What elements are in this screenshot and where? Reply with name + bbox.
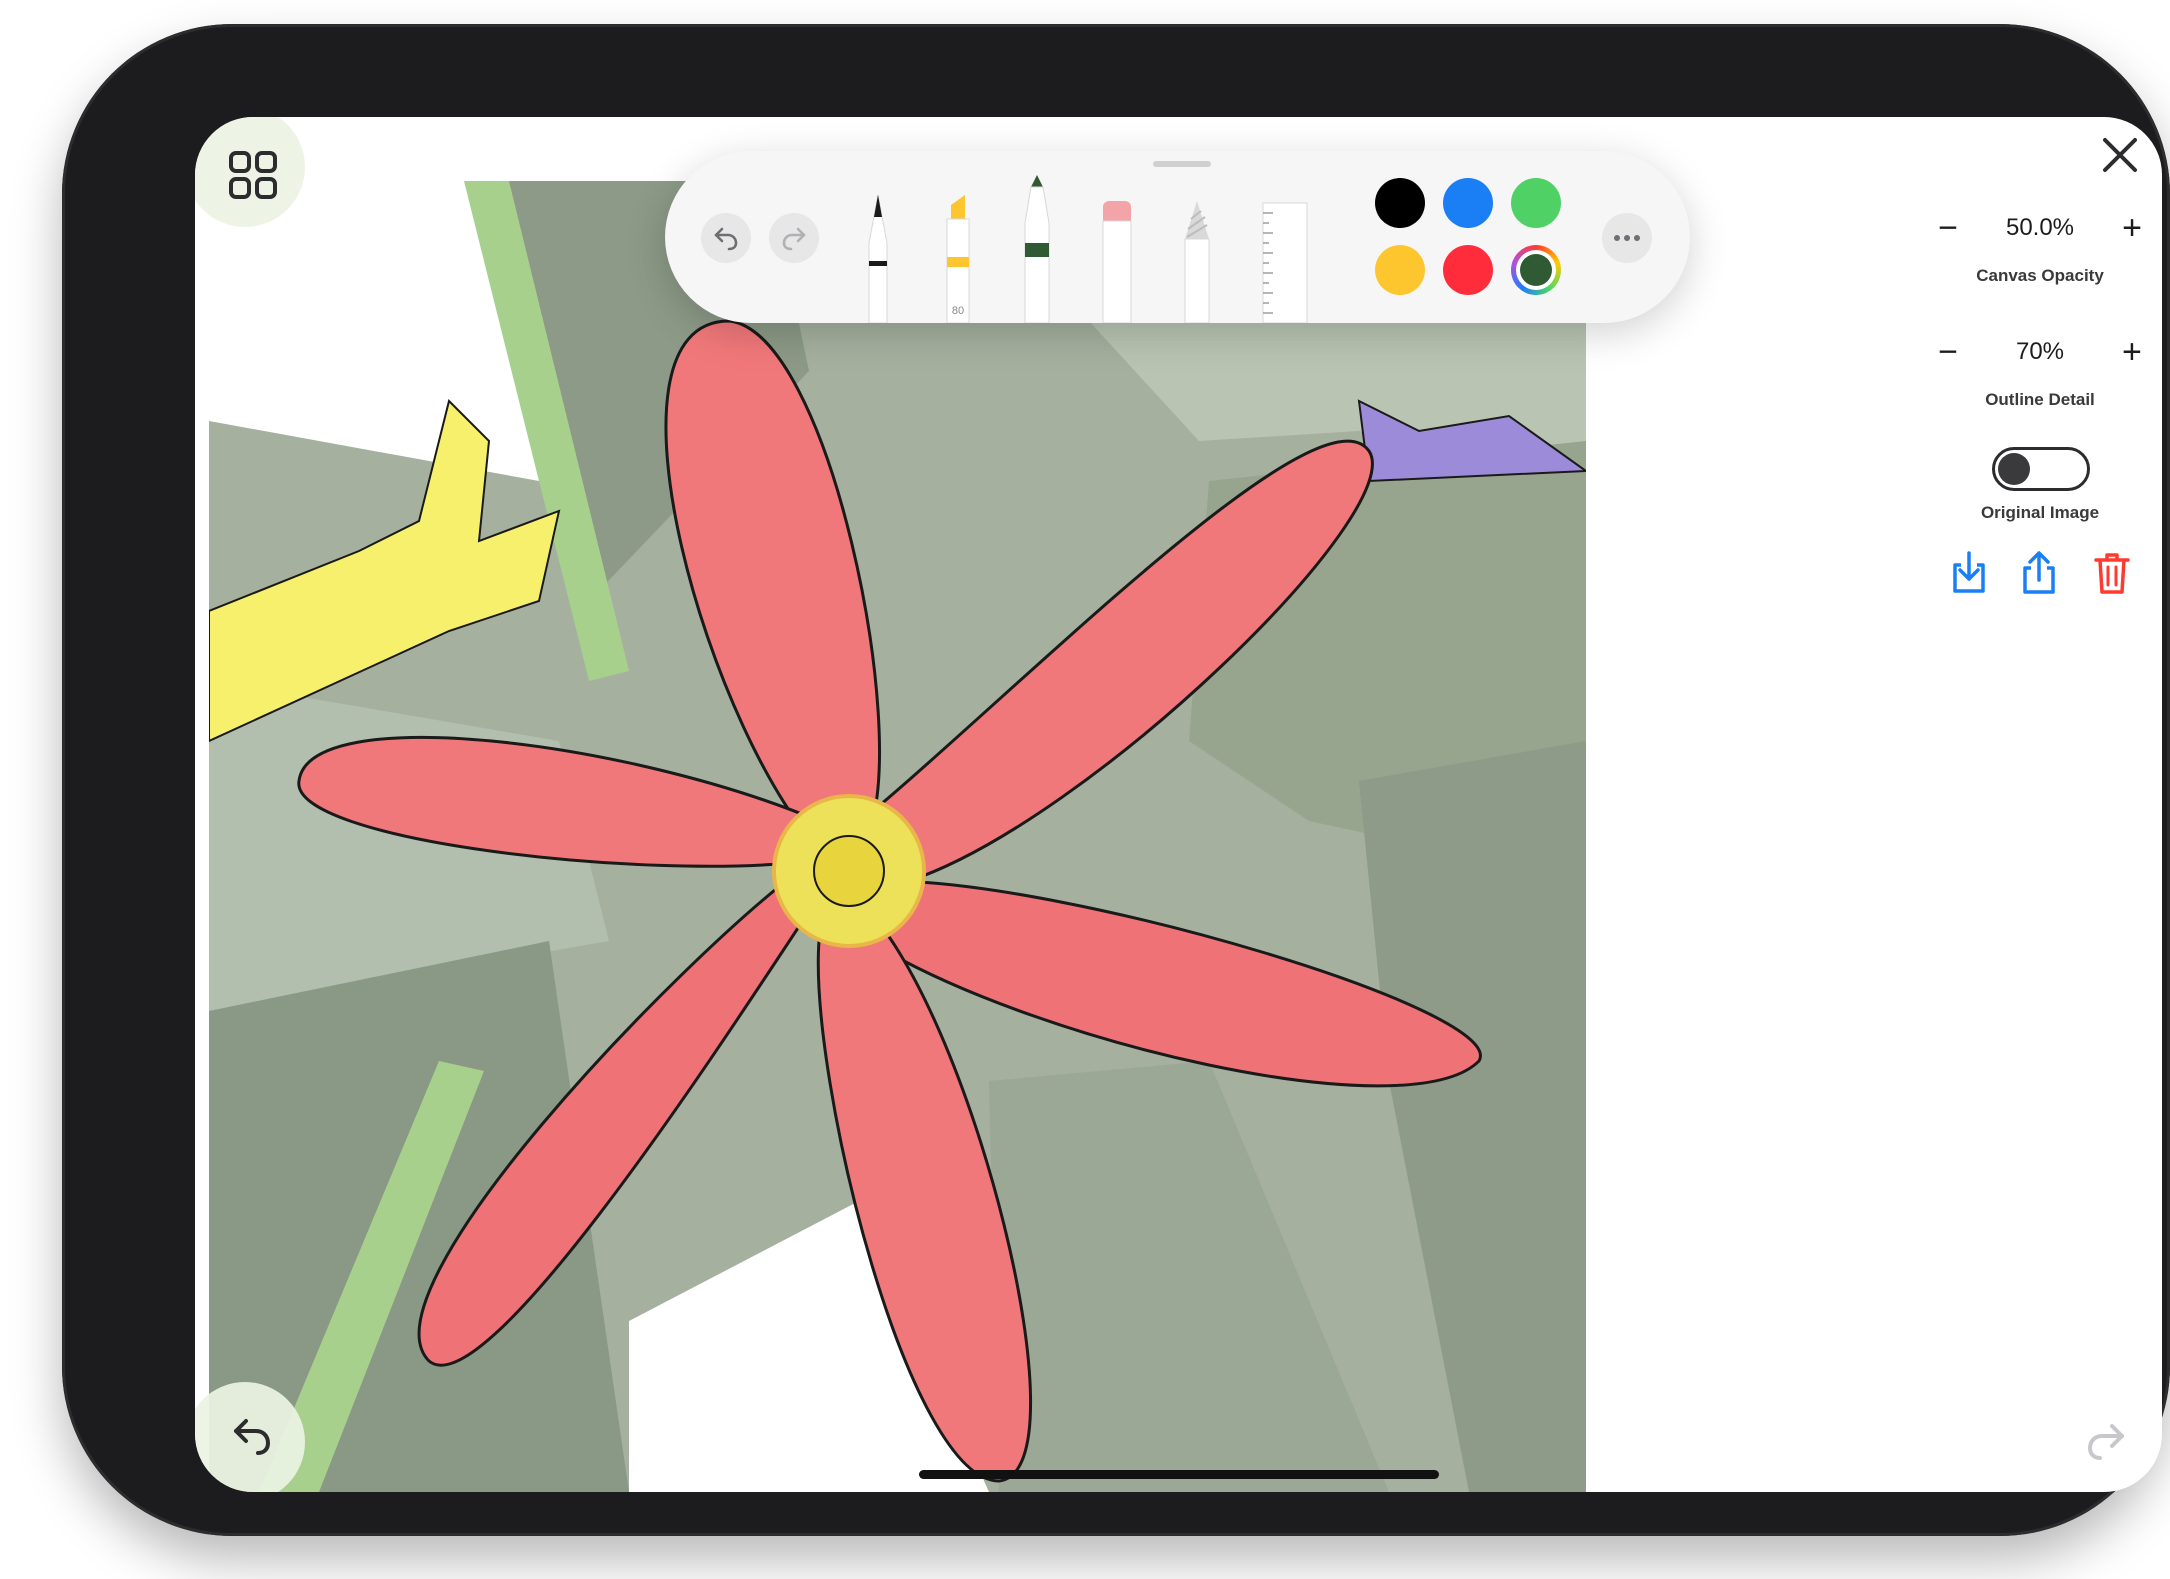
highlighter-tool[interactable]: 80 [941, 191, 975, 324]
marker-tool-selected[interactable] [1019, 173, 1055, 324]
art-flower-stamen [813, 835, 885, 907]
coloring-canvas[interactable] [209, 181, 1586, 1492]
opacity-increase-button[interactable]: + [2109, 205, 2155, 251]
redo-button[interactable] [2076, 1410, 2136, 1470]
toggle-knob [1998, 453, 2030, 485]
more-options-button[interactable] [1602, 213, 1652, 263]
palette-grabber[interactable] [1153, 161, 1211, 167]
palette-undo-button[interactable] [701, 213, 751, 263]
pen-tool[interactable] [861, 193, 895, 324]
ruler-icon [1262, 202, 1308, 324]
artwork-drawing [209, 181, 1586, 1492]
color-swatch-red[interactable] [1443, 245, 1493, 295]
canvas-settings-panel: − 50.0% + Canvas Opacity − 70% + Outline… [1925, 117, 2155, 717]
redo-arrow-icon [782, 227, 806, 251]
share-button[interactable] [2015, 547, 2063, 599]
delete-button[interactable] [2088, 547, 2136, 599]
highlighter-width-label: 80 [951, 305, 965, 317]
ellipsis-icon [1614, 235, 1640, 241]
outline-increase-button[interactable]: + [2109, 329, 2155, 375]
original-image-label: Original Image [1980, 503, 2100, 522]
palette-redo-button[interactable] [769, 213, 819, 263]
color-swatch-yellow[interactable] [1375, 245, 1425, 295]
color-swatch-blue[interactable] [1443, 178, 1493, 228]
color-swatch-black[interactable] [1375, 178, 1425, 228]
pencil-tool[interactable] [1179, 199, 1215, 324]
ruler-tool[interactable] [1259, 201, 1311, 324]
outline-value: 70% [2015, 338, 2065, 365]
eraser-tool[interactable] [1099, 199, 1135, 324]
outline-decrease-button[interactable]: − [1925, 329, 1971, 375]
color-swatch-green[interactable] [1511, 178, 1561, 228]
tool-palette: 80 [665, 151, 1690, 324]
pen-icon [868, 194, 888, 324]
download-button[interactable] [1945, 547, 1993, 599]
outline-detail-stepper: − 70% + [1925, 327, 2155, 377]
download-icon [1953, 551, 1985, 593]
pencil-icon [1184, 201, 1210, 324]
tablet-frame: 80 − 50.0% + Canvas Opacity − 70% + Outl… [62, 24, 2170, 1536]
redo-arrow-icon [2087, 1424, 2124, 1460]
share-icon [2023, 551, 2055, 594]
undo-arrow-icon [714, 227, 738, 251]
opacity-decrease-button[interactable]: − [1925, 205, 1971, 251]
marker-icon [1024, 175, 1050, 324]
canvas-opacity-stepper: − 50.0% + [1925, 203, 2155, 253]
outline-detail-label: Outline Detail [1985, 390, 2095, 409]
eraser-icon [1102, 201, 1132, 324]
highlighter-icon [946, 195, 970, 324]
undo-arrow-icon [234, 1419, 271, 1455]
opacity-value: 50.0% [2005, 214, 2075, 241]
canvas-opacity-label: Canvas Opacity [1976, 266, 2104, 285]
original-image-toggle[interactable] [1992, 447, 2090, 491]
current-color-dot [1520, 254, 1552, 286]
trash-icon [2094, 553, 2130, 594]
grid-icon [229, 151, 277, 199]
app-screen: 80 − 50.0% + Canvas Opacity − 70% + Outl… [195, 117, 2162, 1492]
home-indicator[interactable] [919, 1470, 1439, 1479]
custom-color-picker[interactable] [1511, 245, 1561, 295]
